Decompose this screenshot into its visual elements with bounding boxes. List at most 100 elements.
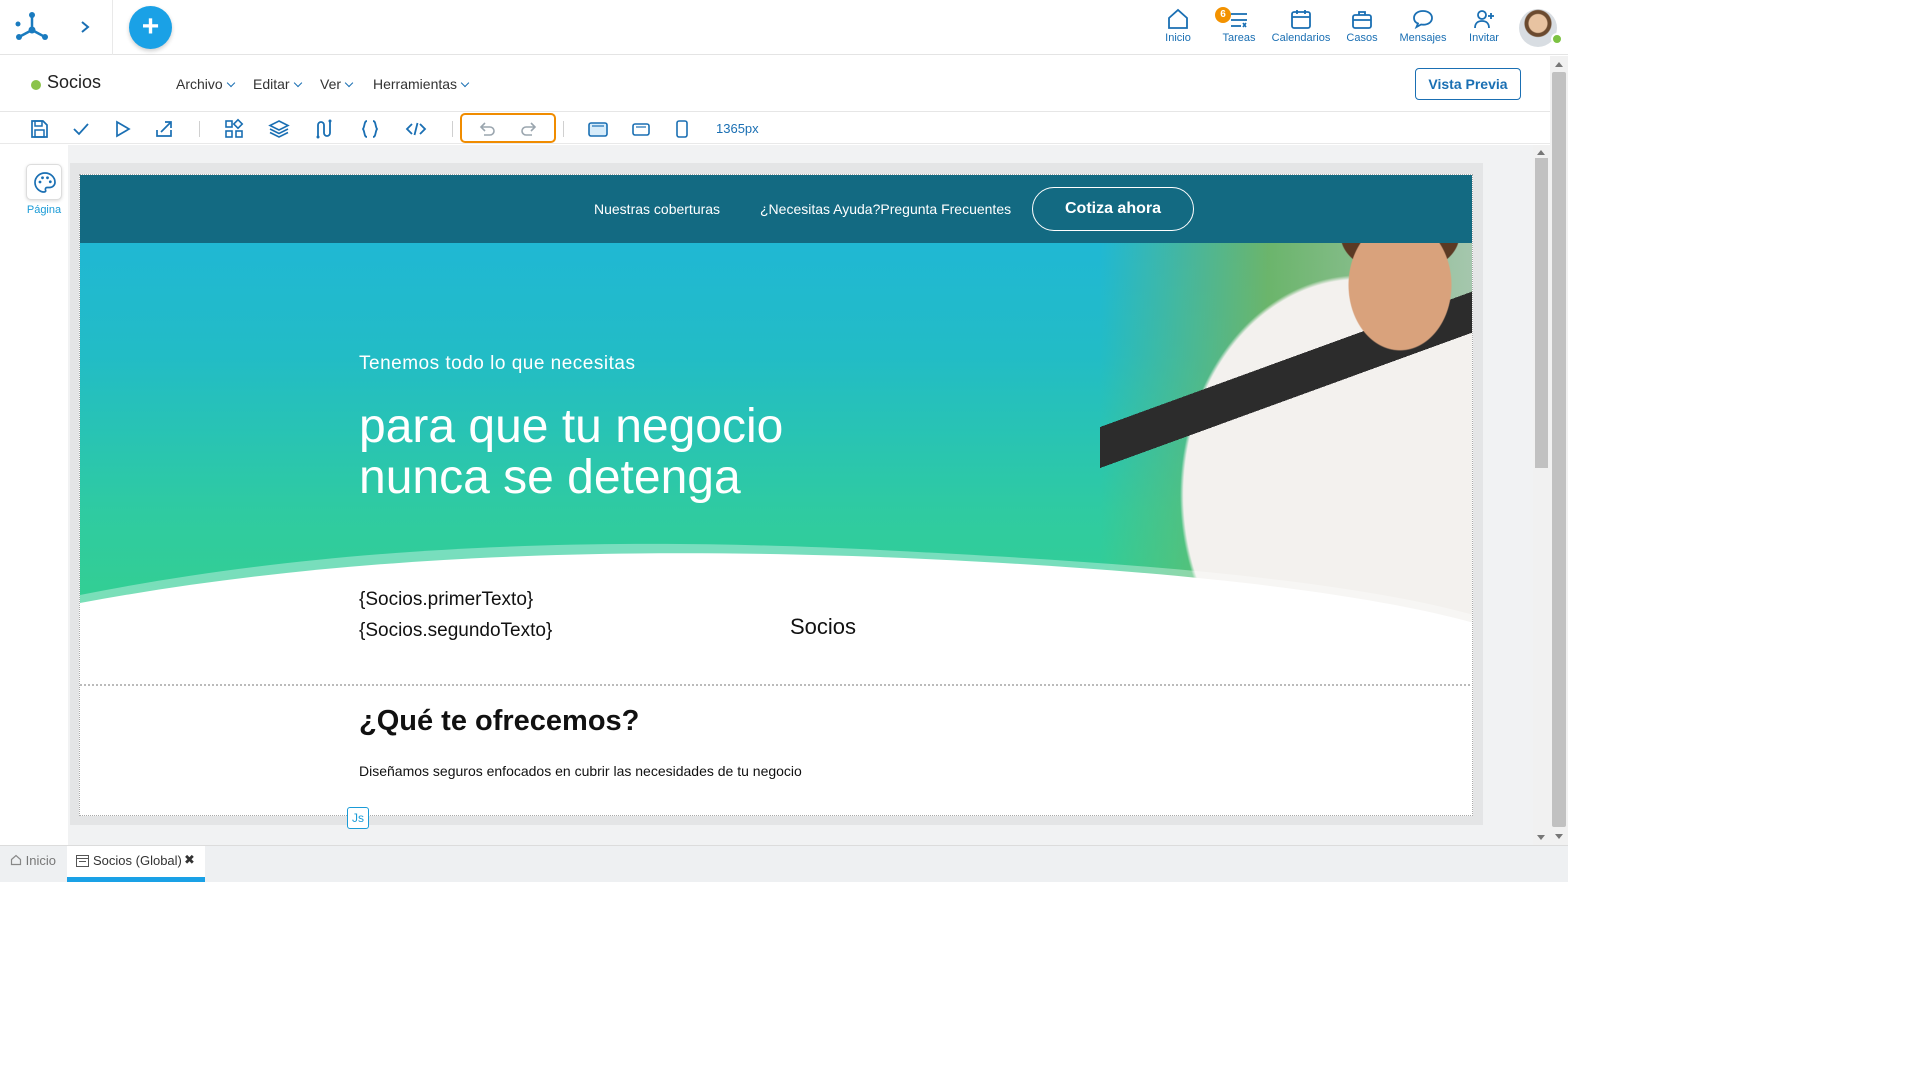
app-logo-icon[interactable] [14,10,50,44]
hero-section[interactable]: Nuestras coberturas ¿Necesitas Ayuda?Pre… [80,175,1472,655]
publish-button[interactable] [153,118,175,140]
layers-button[interactable] [268,118,290,140]
page-settings-button[interactable] [26,164,62,200]
menu-herramientas[interactable]: Herramientas [373,76,470,92]
menu-herramientas-label: Herramientas [373,76,458,92]
hero-title-line-1: para que tu negocio [359,400,784,453]
page-scroll-down-arrow-icon[interactable] [1555,834,1563,839]
topnav-tareas[interactable]: 6 Tareas [1215,7,1259,44]
close-tab-icon[interactable]: ✖ [184,852,195,868]
viewport-width-label: 1365px [716,121,759,136]
offer-subtitle: Diseñamos seguros enfocados en cubrir la… [359,763,802,779]
nav-link-coberturas[interactable]: Nuestras coberturas [594,201,720,217]
canvas-scrollbar-thumb[interactable] [1535,158,1548,468]
calendar-icon [1291,10,1311,29]
socios-primer-texto: {Socios.primerTexto} [359,589,534,610]
preview-button[interactable]: Vista Previa [1415,68,1521,100]
topnav-inicio[interactable]: Inicio [1160,8,1196,44]
scroll-up-arrow-icon[interactable] [1537,150,1545,155]
hero-navigation-bar: Nuestras coberturas ¿Necesitas Ayuda?Pre… [80,175,1472,243]
topnav-invitar[interactable]: Invitar [1465,8,1503,44]
invite-user-icon [1474,10,1494,29]
menu-archivo[interactable]: Archivo [176,76,235,92]
topnav-calendarios[interactable]: Calendarios [1270,8,1332,44]
scripts-button[interactable] [359,118,381,140]
tablet-view-button[interactable] [630,118,652,140]
save-button[interactable] [28,118,50,140]
home-icon [1168,8,1188,29]
topnav-inicio-label: Inicio [1165,32,1191,44]
menu-editar[interactable]: Editar [253,76,302,92]
side-panel [0,145,68,845]
flow-icon [316,119,332,139]
editor-toolbar: 1365px [0,113,1568,144]
document-bar: Socios Archivo Editar Ver Herramientas V… [0,56,1568,112]
design-canvas[interactable]: Nuestras coberturas ¿Necesitas Ayuda?Pre… [79,174,1473,816]
logo-area [0,0,113,55]
run-button[interactable] [111,118,133,140]
tab-inicio-label: Inicio [25,853,56,868]
chat-icon [1413,10,1433,30]
topnav-mensajes[interactable]: Mensajes [1397,8,1449,44]
topnav-casos[interactable]: Casos [1343,8,1381,44]
nav-link-ayuda-faq[interactable]: ¿Necesitas Ayuda?Pregunta Frecuentes [760,201,1011,217]
document-title: Socios [47,72,102,92]
socios-segundo-texto: {Socios.segundoTexto} [359,620,553,641]
active-tab-indicator [67,877,205,882]
tasks-count-badge: 6 [1215,7,1231,23]
document-status-dot [31,80,41,90]
components-button[interactable] [223,118,245,140]
hero-title: para que tu negocio nunca se detenga [359,401,959,503]
socios-label: Socios [790,614,857,639]
topnav-casos-label: Casos [1346,32,1378,44]
home-icon [10,854,22,866]
menu-editar-label: Editar [253,76,290,92]
play-icon [116,120,131,138]
chevron-down-icon [344,78,354,88]
flow-button[interactable] [313,118,335,140]
validate-button[interactable] [70,118,92,140]
user-online-status-indicator [1551,33,1563,45]
topnav-calendarios-label: Calendarios [1271,32,1331,44]
mobile-view-icon [676,120,688,138]
scroll-down-arrow-icon[interactable] [1537,835,1545,840]
code-button[interactable] [405,118,427,140]
toolbar-divider [563,121,564,137]
toolbar-divider [452,121,453,137]
redo-icon [521,122,537,136]
hero-wave-shape [80,543,1472,655]
app-top-bar: + Inicio 6 Tareas Calendarios Casos Mens… [0,0,1568,55]
form-tab-icon [76,855,89,867]
code-icon [405,122,427,136]
hero-kicker: Tenemos todo lo que necesitas [359,353,636,374]
js-component-tag[interactable]: Js [347,807,369,829]
page-scroll-up-arrow-icon[interactable] [1555,62,1563,67]
expand-chevron-icon[interactable] [80,20,90,34]
checkmark-icon [73,123,89,136]
create-new-button[interactable]: + [129,6,172,49]
offer-heading: ¿Qué te ofrecemos? [359,705,640,737]
topnav-invitar-label: Invitar [1469,32,1499,44]
topnav-mensajes-label: Mensajes [1399,32,1447,44]
cotiza-ahora-button[interactable]: Cotiza ahora [1032,187,1194,231]
layers-icon [268,120,290,138]
tablet-view-icon [632,123,650,136]
menu-archivo-label: Archivo [176,76,223,92]
page-scrollbar-thumb[interactable] [1552,72,1566,827]
tab-inicio[interactable]: Inicio [10,853,56,868]
redo-button[interactable] [518,118,540,140]
export-icon [156,121,172,137]
undo-button[interactable] [476,118,498,140]
desktop-view-icon [588,122,608,137]
chevron-down-icon [293,78,302,88]
mobile-view-button[interactable] [671,118,693,140]
menu-ver[interactable]: Ver [320,76,354,92]
menu-ver-label: Ver [320,76,342,92]
tasks-icon [1231,13,1247,28]
section-divider [80,684,1472,686]
page-settings-label: Página [26,204,62,216]
tab-socios-global-label: Socios (Global) [93,853,182,868]
palette-icon [34,172,56,193]
desktop-view-button[interactable] [587,118,609,140]
save-icon [31,120,48,138]
